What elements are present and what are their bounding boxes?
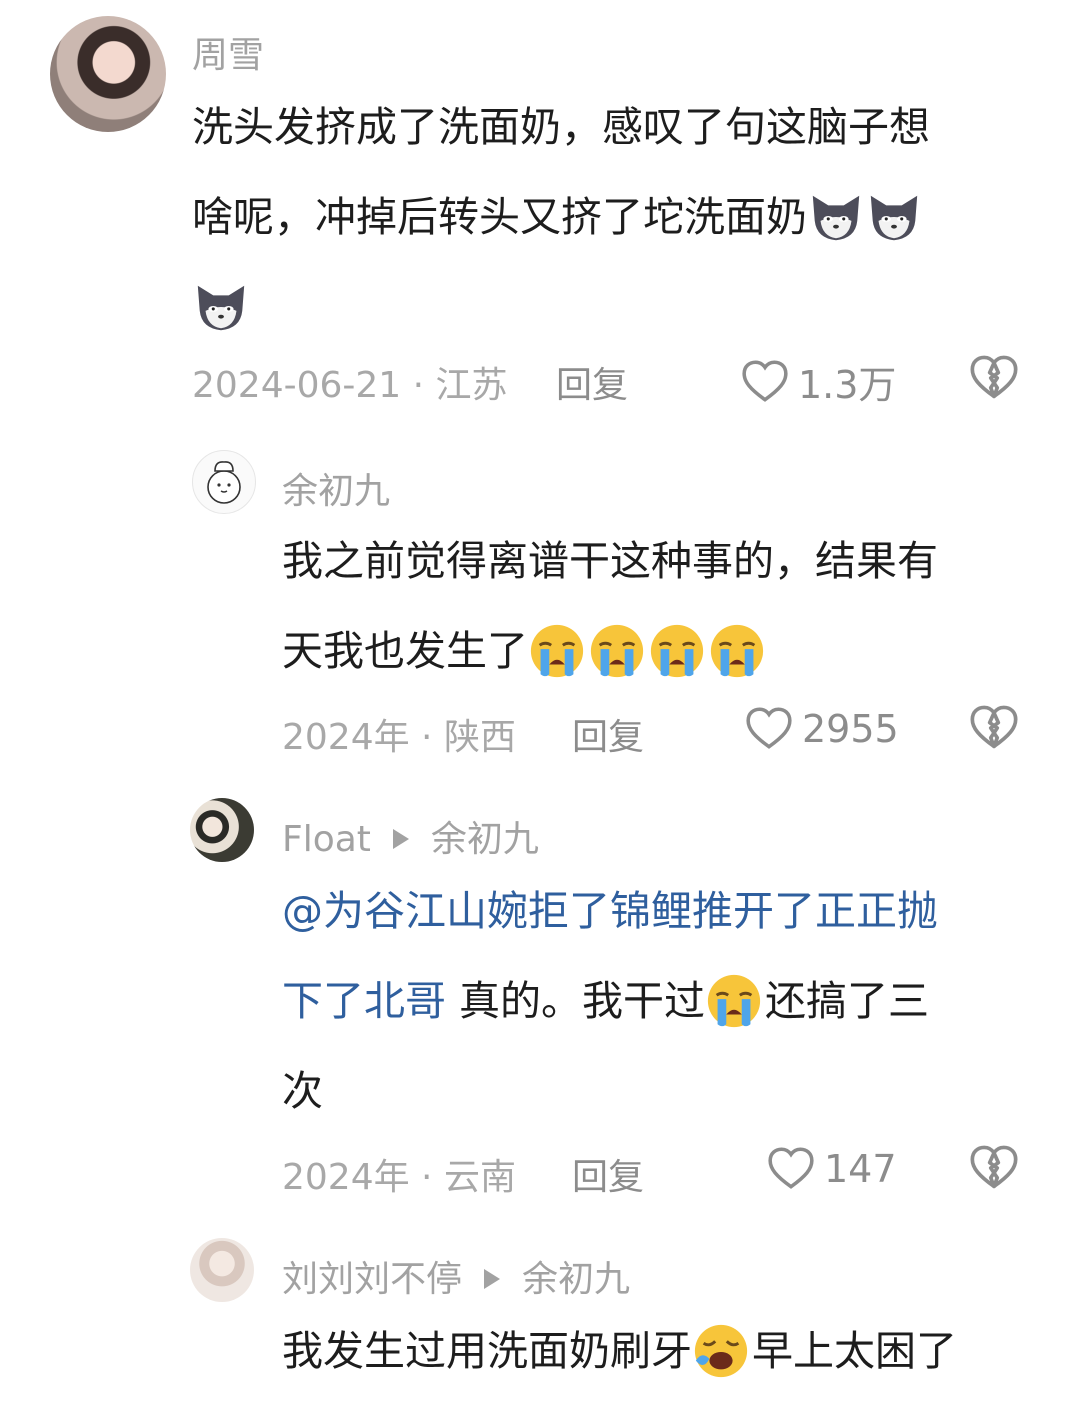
- dislike-icon[interactable]: [968, 702, 1020, 754]
- crying-emoji-icon: [705, 972, 763, 1030]
- heart-icon: [766, 1144, 816, 1194]
- comment-author-line: Float 余初九: [282, 810, 539, 862]
- yawning-emoji-icon: [692, 1322, 750, 1380]
- comment-author[interactable]: 周雪: [192, 26, 264, 78]
- reply-arrow-icon: [392, 829, 409, 849]
- like-button[interactable]: 2955: [744, 704, 899, 754]
- wolf-emoji-icon: [192, 278, 250, 336]
- comment-author[interactable]: 余初九: [282, 462, 390, 514]
- wolf-emoji-icon: [807, 188, 865, 246]
- reply-button[interactable]: 回复: [572, 1148, 644, 1200]
- reply-button[interactable]: 回复: [572, 708, 644, 760]
- comment-date-location: 2024年 · 陕西: [282, 717, 516, 758]
- heart-icon: [744, 704, 794, 754]
- comment-text: 我之前觉得离谱干这种事的，结果有 天我也发生了: [282, 516, 1042, 696]
- comment-text: @为谷江山婉拒了锦鲤推开了正正抛 下了北哥 真的。我干过 还搞了三 次: [282, 887, 938, 1115]
- comment-author-line: 刘刘刘不停 余初九: [282, 1250, 630, 1302]
- comment-text: 我发生过用洗面奶刷牙 早上太困了: [282, 1306, 1052, 1396]
- like-count: 147: [824, 1147, 897, 1191]
- comment-date-location: 2024年 · 云南: [282, 1157, 516, 1198]
- dislike-icon[interactable]: [968, 352, 1020, 404]
- crying-emoji-icon: [588, 622, 646, 680]
- like-count: 2955: [802, 707, 899, 751]
- like-count: 1.3万: [798, 363, 897, 407]
- like-button[interactable]: 147: [766, 1144, 897, 1194]
- mention-link[interactable]: @为谷江山婉拒了锦鲤推开了正正抛: [282, 887, 938, 935]
- like-button[interactable]: 1.3万: [740, 354, 896, 409]
- reply-to-user[interactable]: 余初九: [431, 819, 539, 860]
- crying-emoji-icon: [648, 622, 706, 680]
- comment-date-location: 2024-06-21 · 江苏: [192, 365, 508, 406]
- reply-to-user[interactable]: 余初九: [522, 1259, 630, 1300]
- mention-link[interactable]: 下了北哥: [282, 977, 446, 1025]
- chef-avatar-icon: [207, 461, 241, 504]
- comment-text: 洗头发挤成了洗面奶，感叹了句这脑子想 啥呢，冲掉后转头又挤了坨洗面奶: [192, 82, 1032, 352]
- crying-emoji-icon: [528, 622, 586, 680]
- avatar[interactable]: [190, 798, 254, 862]
- heart-icon: [740, 357, 790, 407]
- avatar[interactable]: [50, 16, 166, 132]
- comment-author[interactable]: Float: [282, 819, 371, 860]
- avatar[interactable]: [192, 450, 256, 514]
- comment-author[interactable]: 刘刘刘不停: [282, 1259, 462, 1300]
- dislike-icon[interactable]: [968, 1142, 1020, 1194]
- avatar[interactable]: [190, 1238, 254, 1302]
- crying-emoji-icon: [708, 622, 766, 680]
- reply-button[interactable]: 回复: [556, 356, 628, 408]
- wolf-emoji-icon: [865, 188, 923, 246]
- reply-arrow-icon: [484, 1269, 501, 1289]
